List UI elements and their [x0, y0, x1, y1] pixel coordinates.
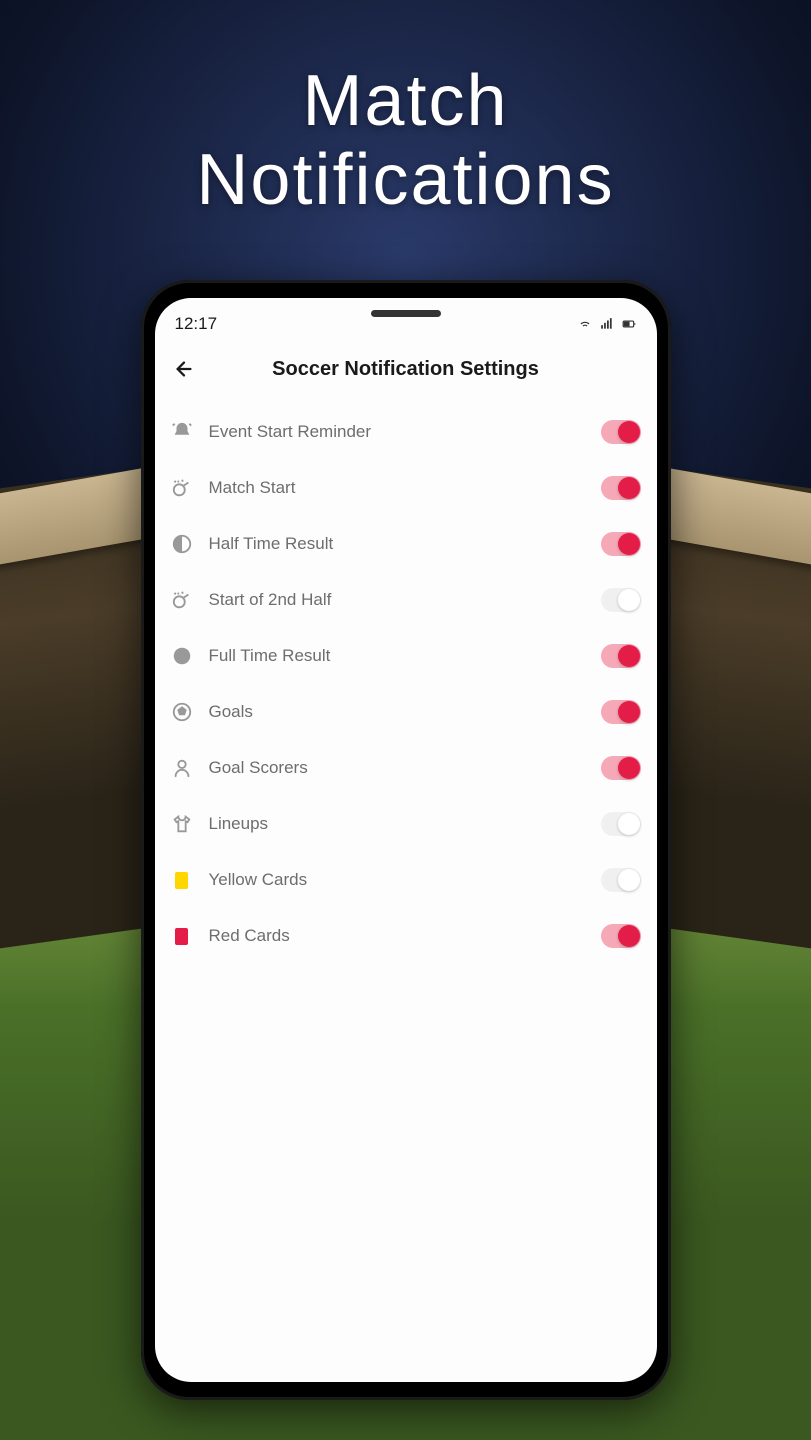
toggle-knob	[618, 533, 640, 555]
setting-label: Red Cards	[209, 926, 585, 946]
setting-row-event-start-reminder: Event Start Reminder	[169, 404, 643, 460]
toggle-event-start-reminder[interactable]	[601, 420, 641, 444]
full-circle-icon	[171, 645, 193, 667]
statusbar-time: 12:17	[175, 314, 218, 334]
back-button[interactable]	[169, 354, 199, 384]
phone-screen: 12:17 Soccer Notification Settings Event…	[155, 298, 657, 1382]
toggle-knob	[618, 869, 640, 891]
setting-label: Yellow Cards	[209, 870, 585, 890]
whistle-icon	[171, 589, 193, 611]
red-card-icon	[171, 925, 193, 947]
setting-row-match-start: Match Start	[169, 460, 643, 516]
statusbar-icons	[577, 317, 637, 331]
setting-row-yellow-cards: Yellow Cards	[169, 852, 643, 908]
setting-row-lineups: Lineups	[169, 796, 643, 852]
whistle-icon	[171, 477, 193, 499]
toggle-half-time-result[interactable]	[601, 532, 641, 556]
setting-row-start-2nd-half: Start of 2nd Half	[169, 572, 643, 628]
setting-label: Goal Scorers	[209, 758, 585, 778]
setting-label: Lineups	[209, 814, 585, 834]
battery-icon	[621, 317, 637, 331]
setting-row-goal-scorers: Goal Scorers	[169, 740, 643, 796]
toggle-knob	[618, 421, 640, 443]
setting-label: Half Time Result	[209, 534, 585, 554]
promo-headline-line2: Notifications	[0, 141, 811, 220]
signal-icon	[599, 317, 615, 331]
jersey-icon	[171, 813, 193, 835]
toggle-knob	[618, 701, 640, 723]
soccer-ball-icon	[171, 701, 193, 723]
arrow-left-icon	[173, 358, 195, 380]
wifi-icon	[577, 317, 593, 331]
phone-mockup: 12:17 Soccer Notification Settings Event…	[141, 280, 671, 1400]
toggle-knob	[618, 925, 640, 947]
toggle-match-start[interactable]	[601, 476, 641, 500]
toggle-lineups[interactable]	[601, 812, 641, 836]
person-icon	[171, 757, 193, 779]
setting-row-red-cards: Red Cards	[169, 908, 643, 964]
toggle-goal-scorers[interactable]	[601, 756, 641, 780]
setting-row-half-time-result: Half Time Result	[169, 516, 643, 572]
appbar-title: Soccer Notification Settings	[199, 358, 643, 381]
toggle-knob	[618, 589, 640, 611]
statusbar: 12:17	[155, 298, 657, 342]
toggle-red-cards[interactable]	[601, 924, 641, 948]
appbar: Soccer Notification Settings	[155, 342, 657, 404]
toggle-yellow-cards[interactable]	[601, 868, 641, 892]
toggle-goals[interactable]	[601, 700, 641, 724]
toggle-knob	[618, 645, 640, 667]
setting-row-full-time-result: Full Time Result	[169, 628, 643, 684]
setting-label: Match Start	[209, 478, 585, 498]
bell-ring-icon	[171, 421, 193, 443]
yellow-card-icon	[171, 869, 193, 891]
setting-label: Full Time Result	[209, 646, 585, 666]
half-circle-icon	[171, 533, 193, 555]
settings-list: Event Start Reminder Match Start Half Time…	[155, 404, 657, 964]
promo-headline-line1: Match	[0, 62, 811, 141]
toggle-start-2nd-half[interactable]	[601, 588, 641, 612]
setting-row-goals: Goals	[169, 684, 643, 740]
setting-label: Goals	[209, 702, 585, 722]
toggle-knob	[618, 757, 640, 779]
setting-label: Event Start Reminder	[209, 422, 585, 442]
toggle-knob	[618, 477, 640, 499]
setting-label: Start of 2nd Half	[209, 590, 585, 610]
toggle-knob	[618, 813, 640, 835]
promo-headline: Match Notifications	[0, 0, 811, 220]
toggle-full-time-result[interactable]	[601, 644, 641, 668]
